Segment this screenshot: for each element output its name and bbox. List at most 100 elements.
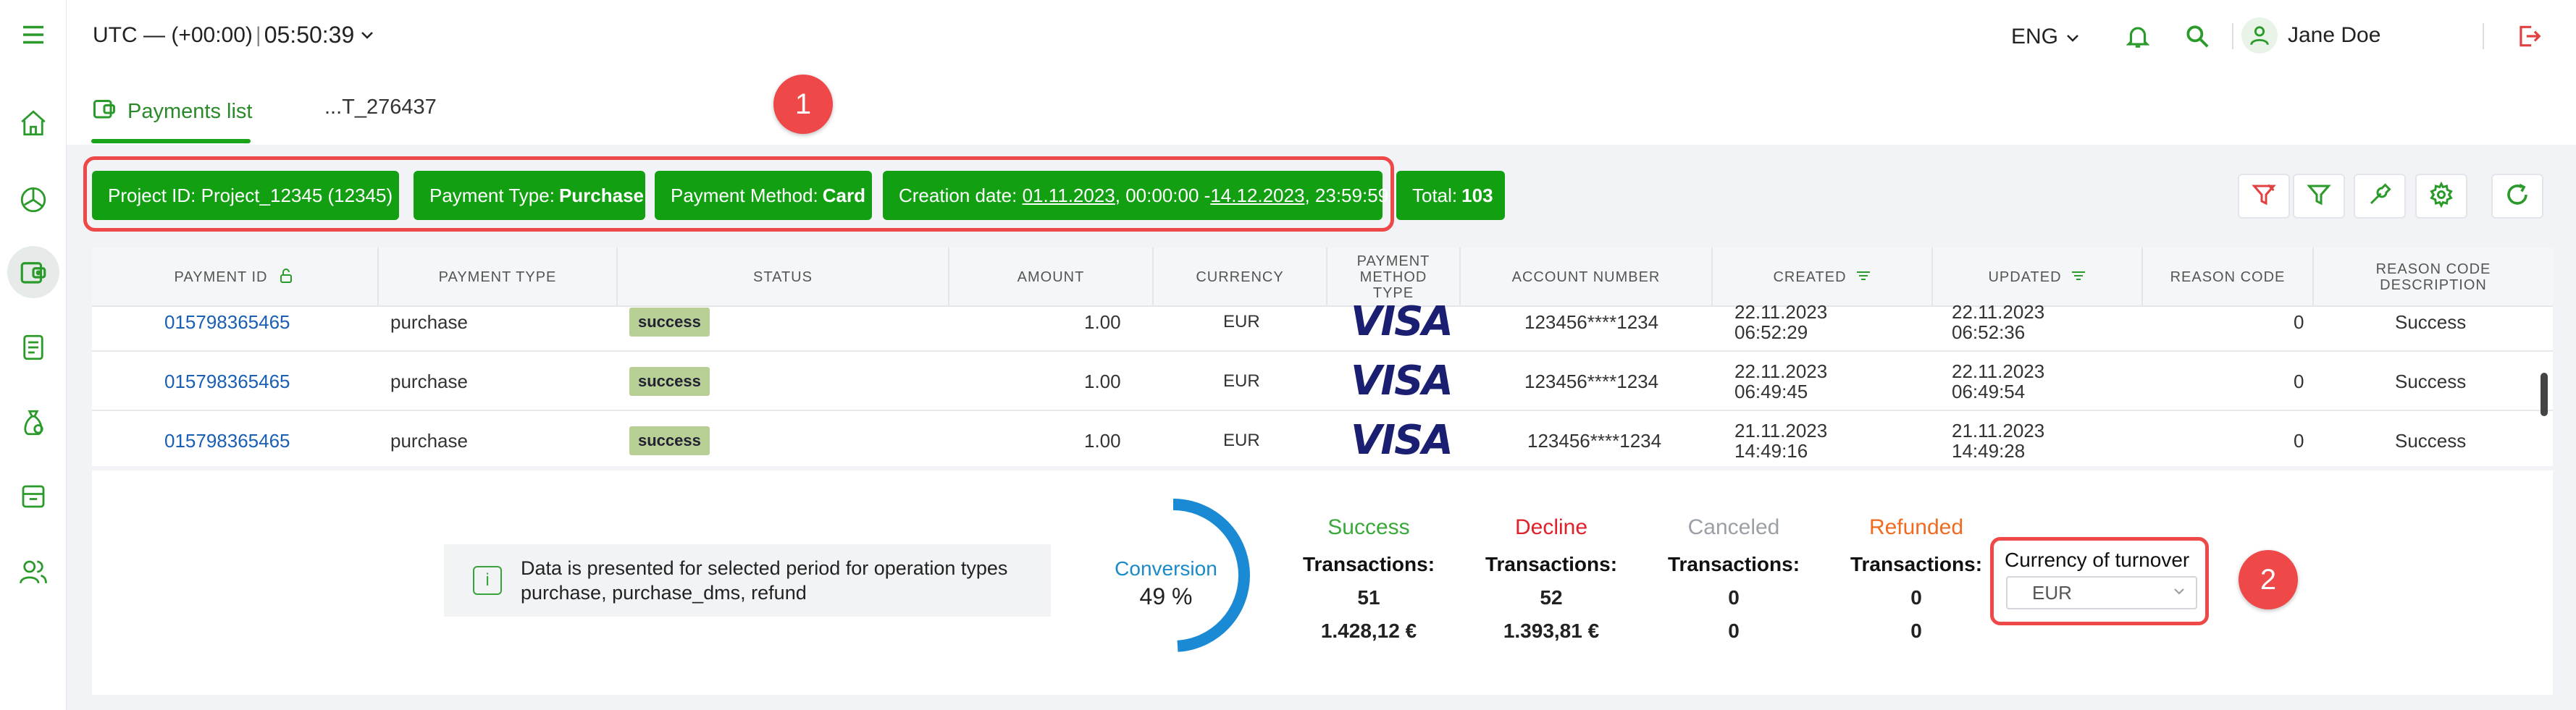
updated-date: 22.11.2023 [1952,301,2045,323]
chip-label: Project ID: [108,184,196,206]
updated-date: 22.11.2023 [1952,360,2045,382]
clear-filter-button[interactable] [2238,174,2290,219]
tab-payments-list[interactable]: Payments list [91,96,252,127]
home-icon[interactable] [7,97,59,149]
stat-amount: 0 [1728,620,1740,642]
language-label: ENG [2011,25,2059,48]
search-icon[interactable] [2181,20,2213,52]
gear-icon [2428,181,2454,211]
account-number-cell: 123456****1234 [1524,371,1659,392]
chip-value: Project_12345 (12345) [201,184,393,206]
account-number-cell: 123456****1234 [1524,311,1659,333]
timezone-label: UTC — (+00:00) [93,22,253,47]
settings-button[interactable] [2415,174,2467,219]
stat-title: Refunded [1868,515,1964,539]
currency-select[interactable]: EUR [2006,576,2197,609]
user-menu[interactable]: Jane Doe [2241,17,2380,54]
language-selector[interactable]: ENG [2011,25,2080,49]
tab-transaction[interactable]: ...T_276437 [324,96,437,119]
unlock-icon[interactable] [277,266,295,289]
callout-badge: 2 [2239,550,2298,609]
created-time: 14:49:16 [1734,440,1808,462]
clock-time: 05:50:39 [264,22,355,48]
reports-icon[interactable] [7,321,59,373]
active-tab-indicator [91,139,251,143]
top-bar: UTC — (+00:00) | 05:50:39 ENG Jane Doe [67,0,2576,75]
stat-refunded: Refunded Transactions: 0 0 [1844,515,1989,643]
account-number-cell: 123456****1234 [1527,430,1662,452]
stat-canceled: Canceled Transactions: 0 0 [1661,515,1806,643]
payment-id-link[interactable]: 015798365465 [164,411,290,466]
currency-cell: EUR [1223,371,1260,391]
table-scrollbar[interactable] [2541,373,2548,416]
analytics-icon[interactable] [7,174,59,226]
currency-cell: EUR [1223,431,1260,450]
refresh-icon [2504,182,2530,211]
updated-time: 06:49:54 [1952,381,2026,402]
sort-icon[interactable] [2071,269,2086,286]
reason-description-cell: Success [2395,430,2467,452]
chip-from-time: , 00:00:00 - [1115,184,1211,206]
status-badge: success [629,308,710,337]
created-date: 22.11.2023 [1734,360,1828,382]
filter-chip-payment-method[interactable]: Payment Method: Card [655,171,872,220]
column-label: CURRENCY [1196,269,1284,285]
column-label: UPDATED [1988,269,2062,285]
filter-clear-icon [2251,182,2277,211]
money-bag-icon[interactable] [7,397,59,449]
stat-count: 52 [1540,586,1563,609]
users-icon[interactable] [7,546,59,598]
payment-id-link[interactable]: 015798365465 [164,352,290,411]
stat-amount: 0 [1910,620,1922,642]
status-badge: success [629,426,710,455]
refresh-button[interactable] [2491,174,2543,219]
created-cell: 21.11.2023 14:49:16 [1734,411,1827,466]
updated-time: 14:49:28 [1952,440,2026,462]
visa-logo: VISA [1351,358,1453,405]
sidebar [0,0,67,710]
column-label: ACCOUNT NUMBER [1511,269,1661,285]
payment-type-cell: purchase [390,430,468,452]
conversion-value: 49 % [1139,583,1193,609]
stat-decline: Decline Transactions: 52 1.393,81 € [1479,515,1624,643]
filter-chip-total: Total: 103 [1396,171,1505,220]
menu-icon[interactable] [7,9,59,61]
reason-description-cell: Success [2395,311,2467,333]
chevron-down-icon [2173,583,2186,600]
filter-chip-creation-date[interactable]: Creation date: 01.11.2023, 00:00:00 - 14… [883,171,1388,220]
tab-bar: Payments list ...T_276437 [67,75,2576,145]
clock-separator: | [255,22,261,47]
payments-icon[interactable] [7,246,59,298]
chevron-down-icon [2065,25,2080,49]
amount-cell: 1.00 [1084,430,1121,452]
wallet-icon [91,96,117,127]
filter-chip-payment-type[interactable]: Payment Type: Purchase [414,171,645,220]
sort-icon[interactable] [1855,269,1871,286]
stat-amount: 1.428,12 € [1320,620,1417,642]
topbar-divider [2232,23,2233,49]
notification-bell-icon[interactable] [2122,20,2154,52]
stat-label: Transactions: [1302,553,1435,575]
chip-to-time: , 23:59:59 [1304,184,1389,206]
filter-button[interactable] [2293,174,2345,219]
logout-icon[interactable] [2513,20,2545,52]
info-icon: i [473,566,502,595]
filter-chip-project[interactable]: Project ID: Project_12345 (12345) [92,171,399,220]
wrench-icon [2367,182,2393,211]
payment-id-link[interactable]: 015798365465 [164,292,290,352]
chip-value: 103 [1461,184,1493,206]
chip-from-date: 01.11.2023 [1022,184,1115,206]
reason-description-cell: Success [2395,371,2467,392]
callout-badge: 1 [773,75,833,134]
timezone-clock[interactable]: UTC — (+00:00) | 05:50:39 [93,22,374,48]
updated-date: 21.11.2023 [1952,420,2045,441]
tools-button[interactable] [2354,174,2406,219]
table-row[interactable]: 015798365465 purchase success 1.00 EUR V… [92,292,2553,352]
table-row[interactable]: 015798365465 purchase success 1.00 EUR V… [92,352,2553,411]
stat-amount: 1.393,81 € [1503,620,1600,642]
table-row[interactable]: 015798365465 purchase success 1.00 EUR V… [92,411,2553,466]
chevron-down-icon [360,26,374,45]
chip-to-date: 14.12.2023 [1210,184,1305,206]
archive-icon[interactable] [7,470,59,523]
column-label: STATUS [753,269,813,285]
